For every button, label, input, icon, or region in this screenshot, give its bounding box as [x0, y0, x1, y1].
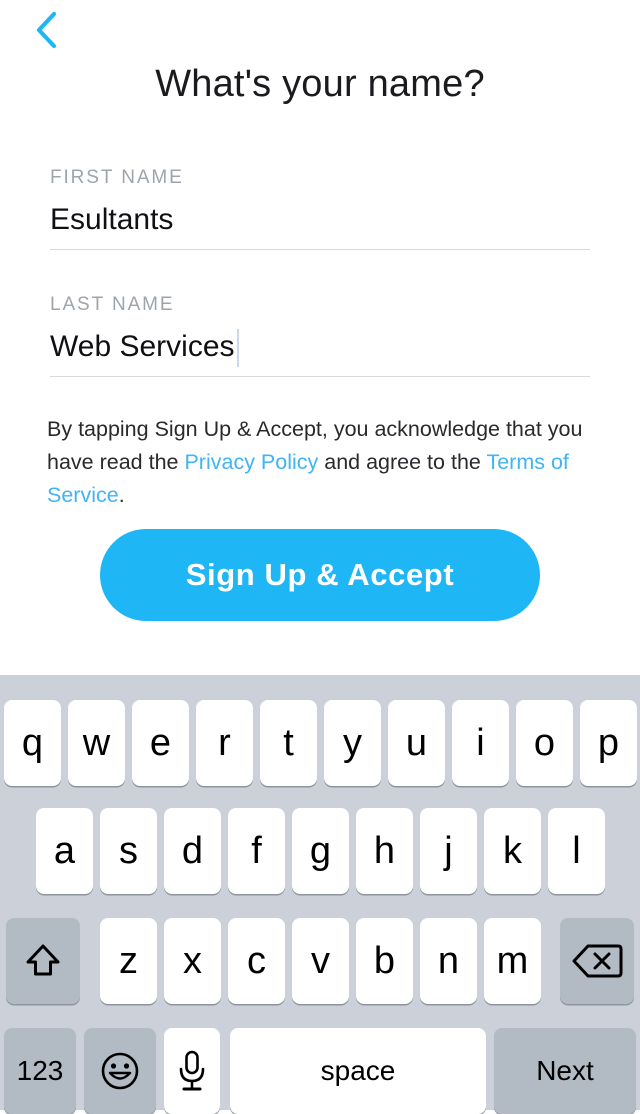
- key-v[interactable]: v: [292, 918, 349, 1004]
- signup-screen: What's your name? FIRST NAME Esultants L…: [0, 0, 640, 675]
- key-x[interactable]: x: [164, 918, 221, 1004]
- last-name-field[interactable]: LAST NAME Web Services: [50, 294, 590, 377]
- keyboard-row-1: qwertyuiop: [0, 700, 640, 786]
- shift-arrow-icon: [23, 941, 63, 981]
- space-key[interactable]: space: [230, 1028, 486, 1114]
- key-s[interactable]: s: [100, 808, 157, 894]
- shift-key[interactable]: [6, 918, 80, 1004]
- last-name-underline: [50, 376, 590, 377]
- backspace-key[interactable]: [560, 918, 634, 1004]
- key-w[interactable]: w: [68, 700, 125, 786]
- key-t[interactable]: t: [260, 700, 317, 786]
- first-name-label: FIRST NAME: [50, 167, 184, 188]
- backspace-icon: [571, 942, 623, 980]
- key-b[interactable]: b: [356, 918, 413, 1004]
- key-e[interactable]: e: [132, 700, 189, 786]
- keyboard-row-4: 123 space Next: [0, 1028, 640, 1114]
- key-y[interactable]: y: [324, 700, 381, 786]
- key-i[interactable]: i: [452, 700, 509, 786]
- first-name-input[interactable]: Esultants: [50, 205, 173, 235]
- key-r[interactable]: r: [196, 700, 253, 786]
- emoji-key[interactable]: [84, 1028, 156, 1114]
- last-name-label: LAST NAME: [50, 294, 175, 315]
- key-p[interactable]: p: [580, 700, 637, 786]
- key-h[interactable]: h: [356, 808, 413, 894]
- next-key[interactable]: Next: [494, 1028, 636, 1114]
- microphone-key[interactable]: [164, 1028, 220, 1114]
- back-button[interactable]: [18, 4, 74, 56]
- key-u[interactable]: u: [388, 700, 445, 786]
- key-o[interactable]: o: [516, 700, 573, 786]
- first-name-value-row[interactable]: Esultants: [50, 189, 590, 235]
- page-title: What's your name?: [155, 63, 485, 105]
- first-name-underline: [50, 249, 590, 250]
- on-screen-keyboard: qwertyuiop asdfghjkl zxcvbnm 123 space N…: [0, 675, 640, 1114]
- terms-disclaimer: By tapping Sign Up & Accept, you acknowl…: [47, 413, 593, 512]
- key-q[interactable]: q: [4, 700, 61, 786]
- key-z[interactable]: z: [100, 918, 157, 1004]
- key-a[interactable]: a: [36, 808, 93, 894]
- key-n[interactable]: n: [420, 918, 477, 1004]
- key-d[interactable]: d: [164, 808, 221, 894]
- key-f[interactable]: f: [228, 808, 285, 894]
- sign-up-accept-button[interactable]: Sign Up & Accept: [100, 529, 540, 621]
- smiley-icon: [98, 1049, 142, 1093]
- terms-text-part3: .: [118, 483, 125, 507]
- keyboard-row-3: zxcvbnm: [0, 918, 640, 1004]
- first-name-field[interactable]: FIRST NAME Esultants: [50, 167, 590, 250]
- key-j[interactable]: j: [420, 808, 477, 894]
- chevron-left-icon: [32, 10, 60, 50]
- terms-text-part2: and agree to the: [318, 450, 487, 474]
- key-l[interactable]: l: [548, 808, 605, 894]
- privacy-policy-link[interactable]: Privacy Policy: [184, 450, 318, 474]
- numeric-mode-key[interactable]: 123: [4, 1028, 76, 1114]
- microphone-icon: [175, 1048, 209, 1094]
- keyboard-row-2: asdfghjkl: [0, 808, 640, 894]
- last-name-input[interactable]: Web Services: [50, 332, 235, 362]
- text-caret: [236, 329, 239, 367]
- key-m[interactable]: m: [484, 918, 541, 1004]
- key-g[interactable]: g: [292, 808, 349, 894]
- key-k[interactable]: k: [484, 808, 541, 894]
- last-name-value-row[interactable]: Web Services: [50, 316, 590, 367]
- key-c[interactable]: c: [228, 918, 285, 1004]
